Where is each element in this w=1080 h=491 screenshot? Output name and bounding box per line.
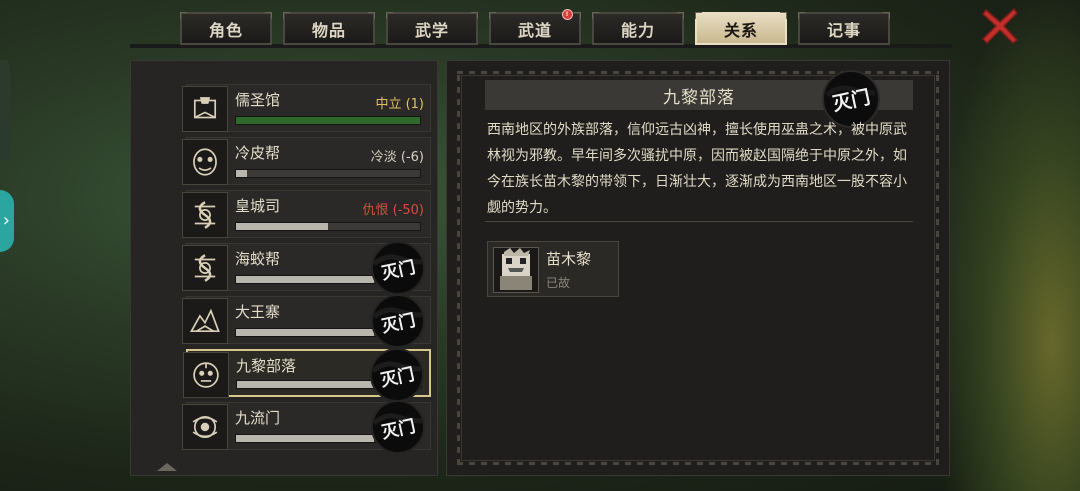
background-edge xyxy=(0,60,10,160)
tab-label: 物品 xyxy=(311,20,346,40)
side-floating-button[interactable]: › xyxy=(0,190,14,252)
relation-bar-fill xyxy=(236,117,420,124)
tab-label: 关系 xyxy=(723,20,758,40)
tab-label: 武学 xyxy=(414,20,449,40)
faction-entry[interactable]: 大王寨 灭门 xyxy=(182,294,431,348)
relation-bar-fill xyxy=(236,276,374,283)
relation-bar xyxy=(235,222,421,231)
relation-bar-fill xyxy=(236,170,248,177)
relation-bar xyxy=(235,116,421,125)
faction-name: 冷皮帮 xyxy=(235,144,281,162)
side-button-icon: › xyxy=(2,210,10,231)
relation-bar-fill xyxy=(237,381,375,388)
destroyed-stamp-icon: 灭门 xyxy=(371,294,425,348)
tab-label: 能力 xyxy=(620,20,655,40)
orb-emblem-icon xyxy=(182,404,228,450)
faction-entry[interactable]: 九流门 灭门 xyxy=(182,400,431,454)
book-emblem-icon xyxy=(182,86,228,132)
faction-entry[interactable]: 儒圣馆 中立 (1) xyxy=(182,84,431,132)
relation-bar-fill xyxy=(236,223,328,230)
destroyed-stamp-icon: 灭门 xyxy=(371,400,425,454)
faction-name: 海蛟帮 xyxy=(235,250,281,268)
relation-bar-fill xyxy=(236,329,374,336)
notification-badge-icon: ! xyxy=(562,9,573,20)
member-card[interactable]: 苗木黎 已故 xyxy=(487,241,619,297)
faction-status: 仇恨 (-50) xyxy=(362,203,424,218)
relation-bar xyxy=(235,169,421,178)
serpent-emblem-icon xyxy=(182,245,228,291)
divider xyxy=(485,221,913,222)
destroyed-stamp-icon: 灭门 xyxy=(371,241,425,295)
mask-emblem-icon xyxy=(182,139,228,185)
faction-status: 冷淡 (-6) xyxy=(370,150,424,165)
faction-entry[interactable]: 冷皮帮 冷淡 (-6) xyxy=(182,137,431,185)
faction-name: 儒圣馆 xyxy=(235,91,281,109)
member-name: 苗木黎 xyxy=(546,250,592,268)
scroll-up-arrow-icon[interactable] xyxy=(157,463,177,471)
faction-name: 皇城司 xyxy=(235,197,281,215)
faction-detail-panel: 九黎部落 灭门 西南地区的外族部落，信仰远古凶神，擅长使用巫蛊之术，被中原武林视… xyxy=(446,60,950,476)
serpent-emblem-icon xyxy=(182,192,228,238)
faction-name: 九流门 xyxy=(235,409,281,427)
tab-1[interactable]: 物品 xyxy=(283,12,375,45)
faction-entry[interactable]: 皇城司 仇恨 (-50) xyxy=(182,190,431,238)
tab-2[interactable]: 武学 xyxy=(386,12,478,45)
faction-status: 中立 (1) xyxy=(375,97,424,112)
member-status: 已故 xyxy=(546,276,571,290)
tab-label: 武道 xyxy=(517,20,552,40)
close-icon[interactable] xyxy=(980,6,1020,46)
tab-0[interactable]: 角色 xyxy=(180,12,272,45)
member-portrait-icon xyxy=(493,247,539,293)
tab-label: 角色 xyxy=(208,20,243,40)
totem-emblem-icon xyxy=(183,352,229,398)
tab-5[interactable]: 关系 xyxy=(695,12,787,45)
faction-name: 九黎部落 xyxy=(236,357,297,375)
faction-entry[interactable]: 海蛟帮 灭门 xyxy=(182,241,431,295)
faction-description: 西南地区的外族部落，信仰远古凶神，擅长使用巫蛊之术，被中原武林视为邪教。早年间多… xyxy=(487,122,907,216)
destroyed-stamp-icon: 灭门 xyxy=(370,348,424,402)
background-glow xyxy=(940,0,1080,491)
relation-bar-fill xyxy=(236,435,374,442)
tab-label: 记事 xyxy=(826,20,861,40)
tab-3[interactable]: 武道! xyxy=(489,9,581,45)
mountain-emblem-icon xyxy=(182,298,228,344)
faction-list-panel[interactable]: 儒圣馆 中立 (1) 冷皮帮 冷淡 (-6) 皇城司 仇恨 (-50) 海蛟帮 灭门 大王寨 灭门… xyxy=(130,60,438,476)
tab-6[interactable]: 记事 xyxy=(798,12,890,45)
faction-entry[interactable]: 九黎部落 灭门 xyxy=(183,348,431,402)
tab-4[interactable]: 能力 xyxy=(592,12,684,45)
faction-name: 大王寨 xyxy=(235,303,281,321)
